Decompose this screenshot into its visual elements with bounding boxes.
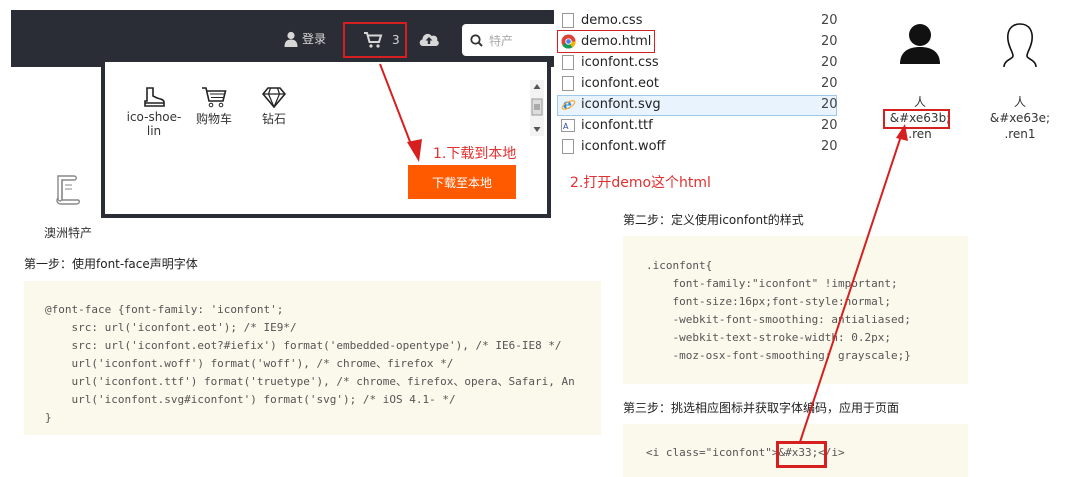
step2-code-text: .iconfont{ font-family:"iconfont" !impor…	[646, 259, 911, 362]
login-link[interactable]: 登录	[284, 30, 326, 47]
annotation-step2: 2.打开demo这个html	[570, 175, 711, 191]
icon-item-label: 购物车	[195, 112, 232, 126]
cart-icon	[364, 32, 383, 48]
icon-item-cart[interactable]: 购物车	[192, 86, 236, 127]
search-input[interactable]: 特产	[462, 24, 554, 56]
font-file-icon: A	[561, 119, 575, 132]
search-icon	[470, 33, 483, 47]
step1-code: @font-face {font-family: 'iconfont'; src…	[24, 281, 601, 435]
file-name: iconfont.svg	[581, 97, 661, 112]
css-file-icon	[562, 13, 574, 28]
cart-icon	[202, 87, 227, 108]
icon-code-highlight	[883, 109, 950, 129]
icon-card-ren1[interactable]: 人 &#xe63e; .ren1	[980, 22, 1060, 142]
icon-item-label: 钻石	[261, 112, 286, 126]
file-row[interactable]: e iconfont.svg 20	[556, 95, 838, 115]
person-outline-icon	[1003, 23, 1037, 68]
file-name: iconfont.ttf	[581, 118, 653, 133]
icon-card-name: 人	[913, 95, 926, 109]
cloud-upload-icon[interactable]	[418, 30, 440, 48]
step3-title: 第三步：挑选相应图标并获取字体编码，应用于页面	[623, 401, 900, 415]
shoe-icon	[144, 87, 165, 107]
panel-scrollbar[interactable]	[530, 80, 544, 136]
file-date: 20	[821, 118, 838, 133]
icon-item-diamond[interactable]: 钻石	[252, 86, 296, 127]
download-button[interactable]: 下载至本地	[408, 165, 516, 199]
step2-code: .iconfont{ font-family:"iconfont" !impor…	[623, 236, 968, 384]
file-date: 20	[821, 76, 838, 91]
file-name: demo.css	[581, 13, 643, 28]
cart-count: 3	[392, 33, 400, 47]
diamond-icon	[262, 87, 286, 108]
svg-text:A: A	[563, 122, 569, 131]
file-name: iconfont.css	[581, 55, 659, 70]
search-placeholder: 特产	[489, 33, 514, 48]
ie-icon: e	[561, 97, 576, 112]
person-filled-icon	[900, 24, 940, 64]
parchment-icon	[52, 174, 82, 206]
step1-title: 第一步：使用font-face声明字体	[24, 257, 198, 271]
css-file-icon	[562, 55, 574, 70]
file-date: 20	[821, 13, 838, 28]
icon-item-shoe[interactable]: ico-shoe-lin	[122, 86, 186, 138]
step1-code-text: @font-face {font-family: 'iconfont'; src…	[45, 303, 575, 424]
annotation-step1: 1.下载到本地	[433, 146, 517, 162]
login-label: 登录	[302, 32, 327, 46]
user-icon	[284, 31, 298, 47]
file-icon	[562, 76, 574, 91]
file-name: iconfont.woff	[581, 139, 666, 154]
icon-card-code: &#xe63e;	[989, 111, 1051, 125]
file-row[interactable]: iconfont.woff 20	[556, 137, 838, 157]
file-date: 20	[821, 97, 838, 112]
icon-item-label: ico-shoe-lin	[126, 110, 182, 138]
icon-card-class: .ren1	[1004, 127, 1036, 141]
file-date: 20	[821, 55, 838, 70]
file-row[interactable]: iconfont.css 20	[556, 53, 838, 73]
file-row[interactable]: demo.css 20	[556, 11, 838, 31]
step2-title: 第二步：定义使用iconfont的样式	[623, 213, 804, 227]
file-icon	[562, 139, 574, 154]
side-item-label[interactable]: 澳洲特产	[44, 224, 92, 241]
icon-card-name: 人	[1013, 95, 1026, 109]
file-row[interactable]: A iconfont.ttf 20	[556, 116, 838, 136]
file-date: 20	[821, 34, 838, 49]
file-date: 20	[821, 139, 838, 154]
file-name: iconfont.eot	[581, 76, 659, 91]
file-row[interactable]: iconfont.eot 20	[556, 74, 838, 94]
glyph-code-highlight	[776, 441, 827, 468]
demo-html-highlight	[557, 30, 655, 53]
